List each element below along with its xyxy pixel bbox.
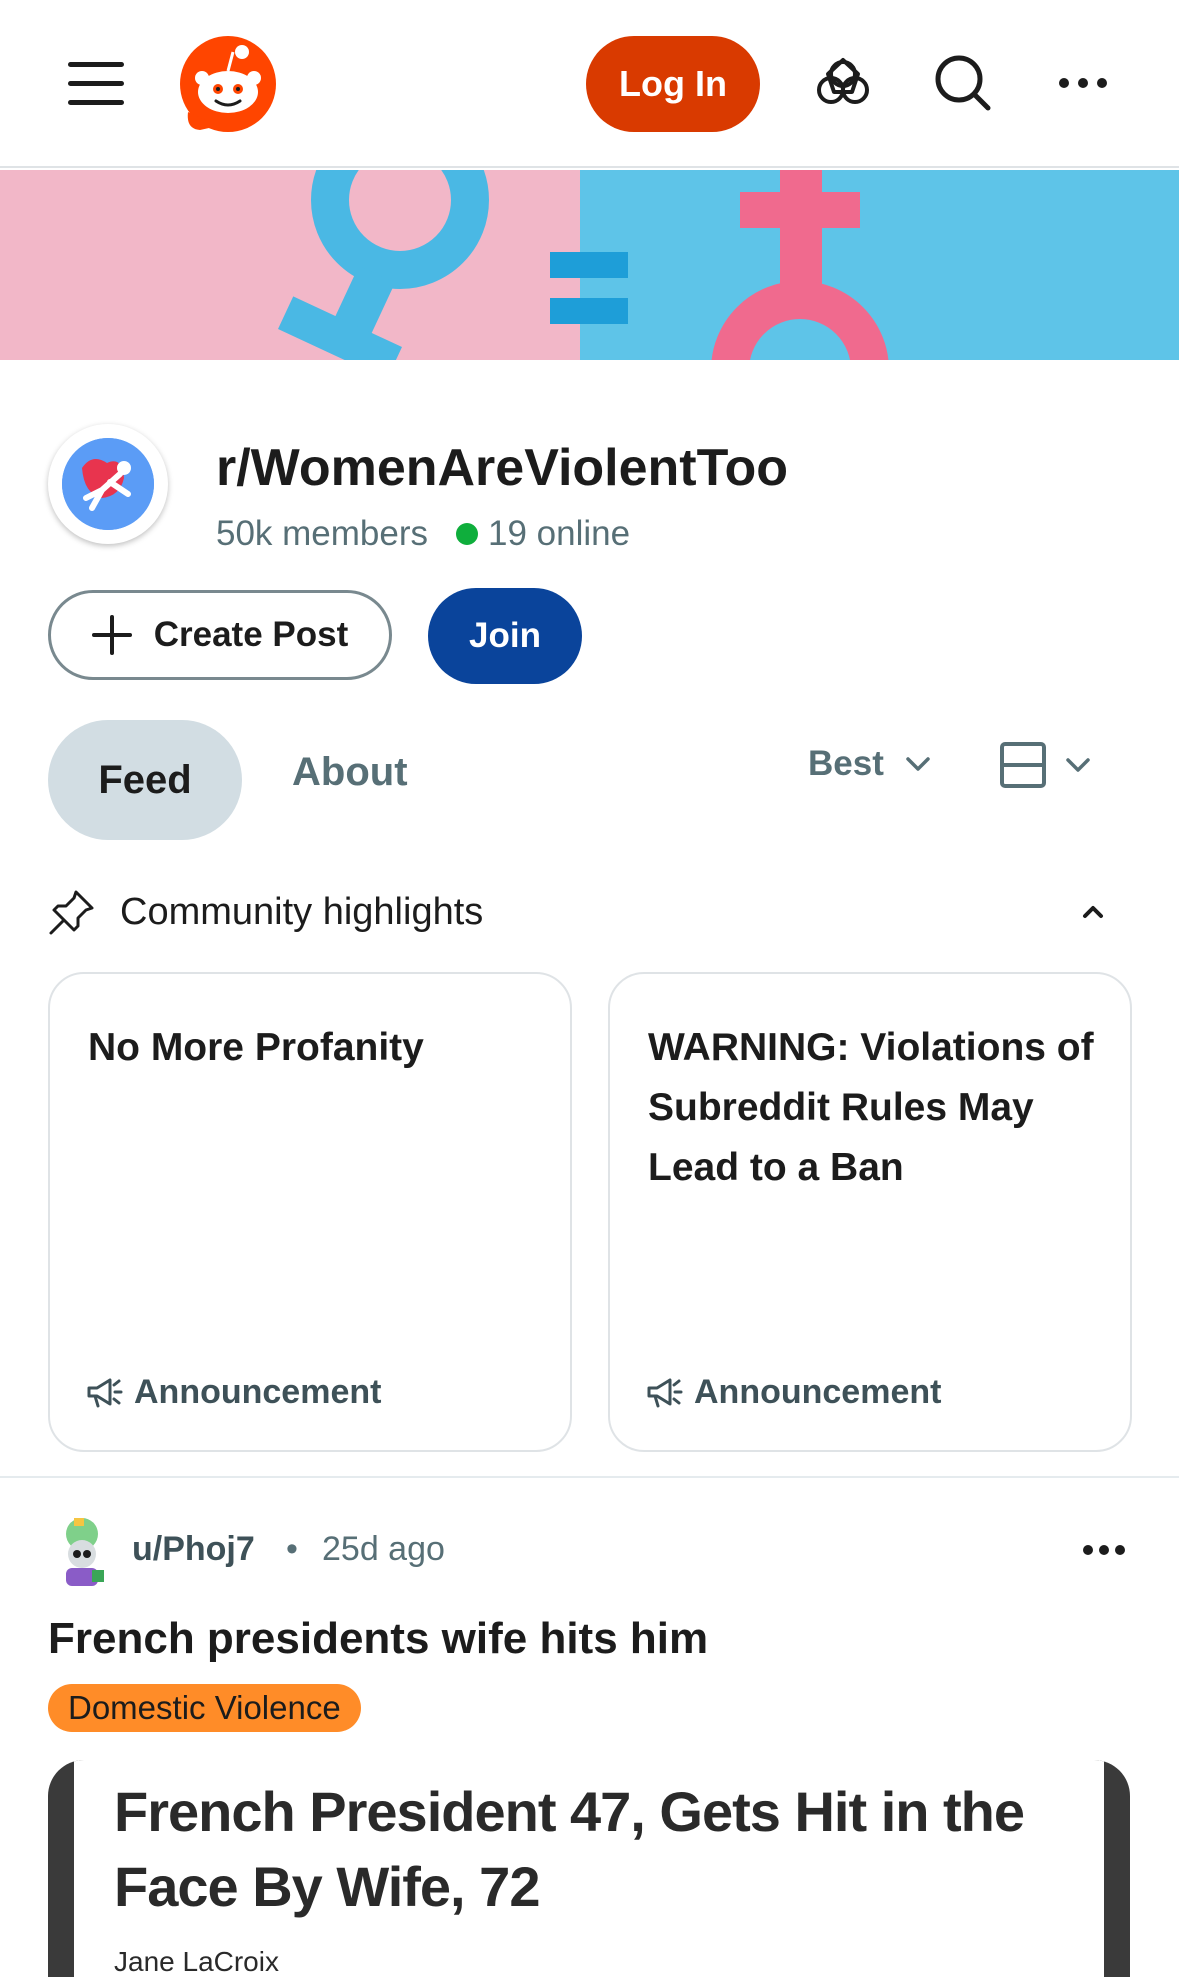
community-banner [0,170,1179,360]
community-stats: 50k members 19 online [216,514,630,554]
login-button[interactable]: Log In [586,36,760,132]
chevron-up-icon[interactable] [1078,896,1108,926]
more-icon[interactable] [1082,1540,1126,1560]
community-name: r/WomenAreViolentToo [216,439,789,497]
more-icon[interactable] [1052,52,1114,114]
create-post-label: Create Post [153,615,349,654]
megaphone-icon [87,1378,123,1407]
online-count: 19 online [488,514,631,553]
online-indicator-icon [456,523,479,545]
join-button[interactable]: Join [428,588,582,684]
view-dropdown[interactable] [1000,742,1092,788]
reddit-logo[interactable] [178,34,278,134]
top-bar: Log In [0,0,1179,168]
highlight-card[interactable]: No More Profanity Announcement [48,972,572,1452]
menu-icon[interactable] [68,62,124,106]
chevron-down-icon [1066,758,1090,772]
highlight-tag-label: Announcement [694,1373,942,1411]
card-layout-icon [1000,742,1046,788]
highlight-title: No More Profanity [88,1026,424,1069]
post-time: 25d ago [322,1530,445,1568]
member-count: 50k members [216,514,429,553]
highlight-card[interactable]: WARNING: Violations of Subreddit Rules M… [608,972,1132,1452]
megaphone-icon [647,1378,683,1407]
user-avatar[interactable] [52,1512,112,1588]
advertise-icon[interactable] [812,52,874,114]
highlight-tag: Announcement [646,1373,941,1412]
sort-dropdown[interactable]: Best [808,744,932,784]
post-author[interactable]: u/Phoj7 [132,1530,255,1569]
highlight-title: WARNING: Violations of Subreddit Rules M… [648,1026,1094,1189]
post-image-headline: French President 47, Gets Hit in the Fac… [114,1780,1025,1918]
tab-feed[interactable]: Feed [48,720,242,840]
sort-label: Best [808,744,884,783]
post-flair[interactable]: Domestic Violence [48,1684,361,1732]
highlight-tag: Announcement [86,1373,381,1412]
post-separator: • [286,1530,298,1568]
post-image-article: French President 47, Gets Hit in the Fac… [74,1760,1104,1977]
pin-icon [49,890,94,935]
plus-icon [91,615,132,655]
chevron-down-icon [906,757,930,771]
highlights-title: Community highlights [120,890,484,933]
create-post-button[interactable]: Create Post [48,590,392,680]
divider [0,1476,1179,1478]
post-image-byline: Jane LaCroix [114,1946,279,1977]
community-highlights-header: Community highlights [48,880,1138,944]
highlight-tag-label: Announcement [134,1373,382,1411]
search-icon[interactable] [932,52,994,114]
post-image[interactable]: French President 47, Gets Hit in the Fac… [48,1760,1130,1977]
tab-about[interactable]: About [292,750,408,795]
post-title[interactable]: French presidents wife hits him [48,1614,708,1664]
community-avatar [48,424,168,544]
